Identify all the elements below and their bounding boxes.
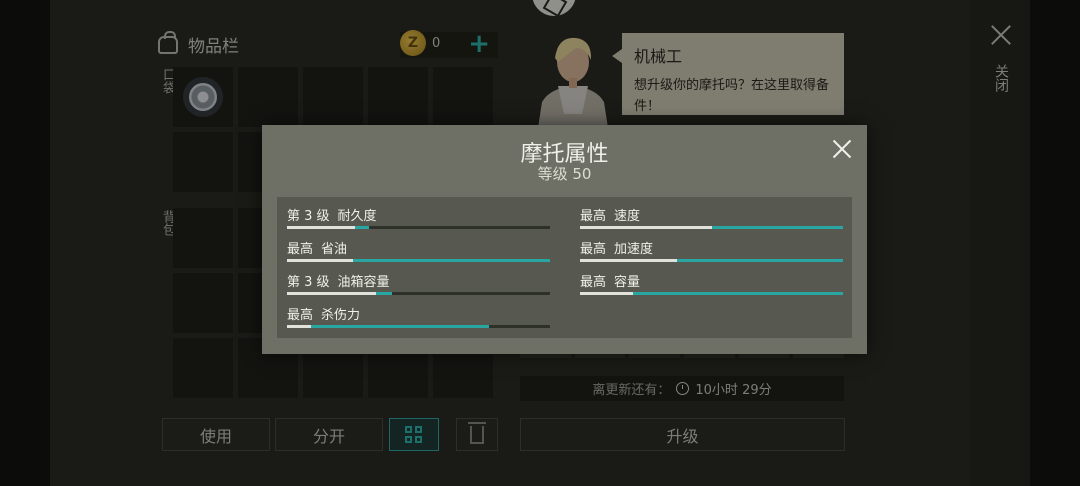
- stat-name: 耐久度: [337, 209, 377, 224]
- stat-bar: [287, 292, 550, 295]
- stats-panel: 第 3 级耐久度 最高 速度 最高 省油 最高 加速度 第 3 级油箱容量 最高 容量 …: [277, 197, 852, 338]
- stat-fuel-economy: 最高 省油: [287, 238, 550, 266]
- stat-level: 第 3 级: [287, 209, 330, 224]
- stat-upgrade-fill: [711, 226, 843, 229]
- stat-upgrade-fill: [310, 325, 490, 328]
- stat-durability: 第 3 级耐久度: [287, 205, 550, 233]
- stat-bar: [287, 259, 550, 262]
- stat-fuel-tank: 第 3 级油箱容量: [287, 271, 550, 299]
- dialog-level: 等级 50: [537, 165, 592, 183]
- stat-level: 最高: [287, 242, 314, 257]
- stat-base-fill: [287, 259, 353, 262]
- motorcycle-stats-dialog: 摩托属性 等级 50 第 3 级耐久度 最高 速度 最高 省油 最高 加速度 第 3 …: [262, 125, 867, 354]
- stat-name: 油箱容量: [337, 275, 390, 290]
- stat-name: 省油: [321, 242, 348, 257]
- stat-name: 杀伤力: [321, 308, 361, 323]
- stat-level: 最高: [580, 209, 607, 224]
- stat-name: 加速度: [614, 242, 654, 257]
- stat-base-fill: [287, 325, 311, 328]
- stat-bar: [580, 259, 843, 262]
- stat-base-fill: [287, 292, 377, 295]
- stat-speed: 最高 速度: [580, 205, 843, 233]
- stat-level: 最高: [287, 308, 314, 323]
- stat-base-fill: [580, 259, 678, 262]
- stat-damage: 最高 杀伤力: [287, 304, 550, 332]
- stat-level: 第 3 级: [287, 275, 330, 290]
- stat-name: 速度: [614, 209, 641, 224]
- stat-acceleration: 最高 加速度: [580, 238, 843, 266]
- stat-level: 最高: [580, 242, 607, 257]
- stat-base-fill: [287, 226, 356, 229]
- stat-bar: [580, 292, 843, 295]
- stat-level: 最高: [580, 275, 607, 290]
- stat-upgrade-fill: [376, 292, 393, 295]
- stat-bar: [580, 226, 843, 229]
- stat-upgrade-fill: [632, 292, 843, 295]
- stat-capacity: 最高 容量: [580, 271, 843, 299]
- stat-base-fill: [580, 226, 712, 229]
- stat-base-fill: [580, 292, 633, 295]
- stat-upgrade-fill: [677, 259, 843, 262]
- dialog-close-icon[interactable]: [833, 140, 851, 158]
- stat-name: 容量: [614, 275, 641, 290]
- stat-bar: [287, 325, 550, 328]
- stat-upgrade-fill: [352, 259, 550, 262]
- stat-bar: [287, 226, 550, 229]
- stat-upgrade-fill: [355, 226, 369, 229]
